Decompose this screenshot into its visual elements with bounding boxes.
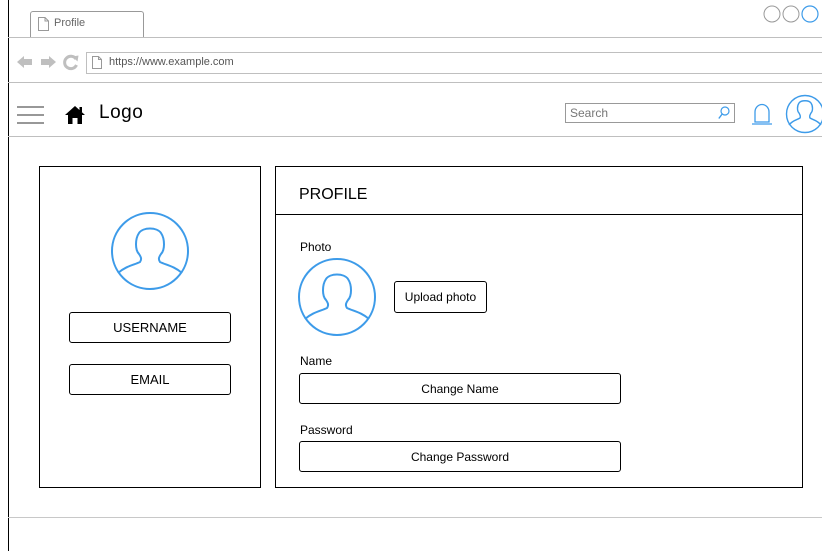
- user-avatar-large: [111, 212, 189, 290]
- home-icon[interactable]: [64, 105, 86, 125]
- minimize-button[interactable]: [763, 5, 781, 23]
- logo: Logo: [99, 102, 144, 123]
- bell-icon[interactable]: [750, 100, 774, 130]
- page-icon: [92, 56, 102, 69]
- search-box[interactable]: [565, 103, 735, 123]
- search-input[interactable]: [566, 104, 724, 122]
- change-name-button[interactable]: Change Name: [299, 373, 621, 404]
- user-summary-card: USERNAME EMAIL: [39, 166, 261, 488]
- maximize-button[interactable]: [782, 5, 800, 23]
- forward-arrow-icon[interactable]: [40, 55, 56, 69]
- name-label: Name: [300, 354, 333, 368]
- change-password-button[interactable]: Change Password: [299, 441, 621, 472]
- profile-title-divider: [276, 214, 802, 215]
- reload-icon[interactable]: [62, 54, 79, 71]
- window-controls: [763, 5, 819, 23]
- user-avatar-icon[interactable]: [785, 94, 822, 134]
- tab-label: Profile: [54, 17, 86, 29]
- header-divider: [8, 136, 822, 137]
- url-text: https://www.example.com: [109, 56, 234, 68]
- document-icon: [38, 17, 49, 31]
- search-icon[interactable]: [718, 106, 730, 120]
- email-button[interactable]: EMAIL: [69, 364, 231, 395]
- profile-card: PROFILE Photo Upload photo Name Change N…: [275, 166, 803, 488]
- hamburger-menu-icon[interactable]: [17, 106, 44, 124]
- close-button[interactable]: [801, 5, 819, 23]
- address-row-divider: [8, 82, 822, 83]
- upload-photo-button[interactable]: Upload photo: [394, 281, 487, 313]
- profile-photo-placeholder: [298, 258, 376, 336]
- username-button[interactable]: USERNAME: [69, 312, 231, 343]
- browser-tab[interactable]: Profile: [30, 11, 144, 38]
- tab-strip-divider: [8, 37, 822, 38]
- back-arrow-icon[interactable]: [17, 55, 33, 69]
- password-label: Password: [300, 423, 353, 437]
- footer-divider: [8, 517, 822, 518]
- photo-label: Photo: [300, 240, 332, 254]
- profile-title: PROFILE: [299, 186, 368, 203]
- address-bar[interactable]: https://www.example.com: [86, 52, 822, 74]
